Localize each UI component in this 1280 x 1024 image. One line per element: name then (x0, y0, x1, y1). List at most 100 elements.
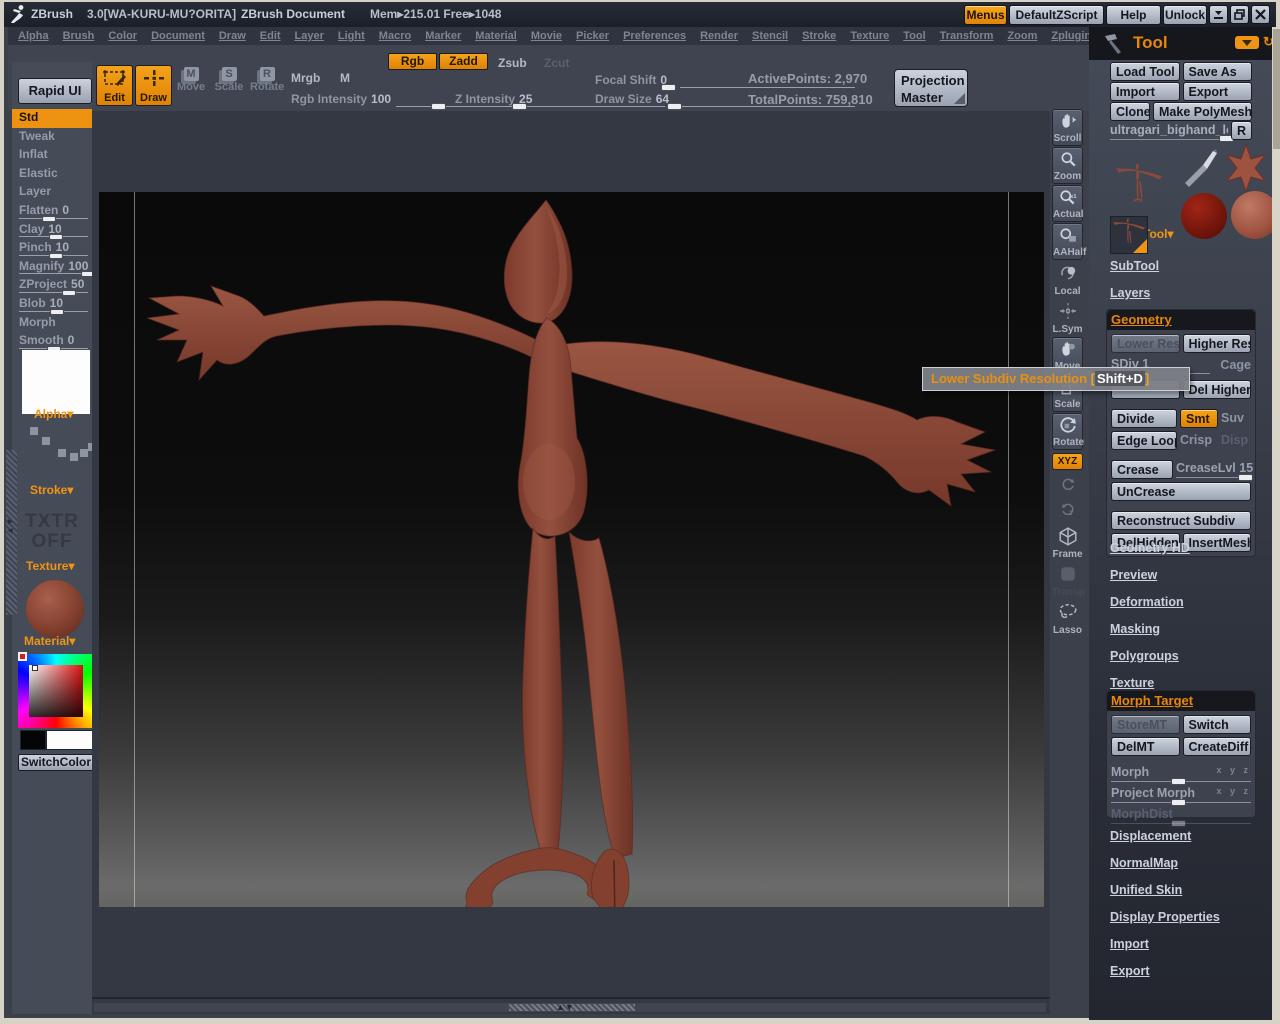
texture-selector[interactable]: Texture▾ (26, 559, 75, 573)
primary-color-swatch[interactable] (46, 730, 94, 750)
panel-section-link[interactable]: Polygroups (1110, 649, 1190, 663)
del-higher-button[interactable]: Del Higher (1182, 380, 1251, 399)
z-intensity-slider[interactable]: Z Intensity 25 (455, 92, 665, 110)
rgb-intensity-handle[interactable] (431, 103, 446, 110)
project-morph-slider[interactable]: Project Morph x y z (1111, 785, 1251, 806)
zoom-view-button[interactable]: Zoom (1052, 147, 1083, 184)
edge-loop-button[interactable]: Edge Loop (1111, 431, 1177, 450)
menu-item[interactable]: Draw (219, 30, 246, 42)
switch-color-button[interactable]: SwitchColor (18, 754, 94, 771)
zcut-button[interactable]: Zcut (544, 56, 569, 70)
menu-item[interactable]: Movie (531, 30, 562, 42)
load-tool-button[interactable]: Load Tool (1110, 62, 1180, 81)
clone-button[interactable]: Clone (1110, 102, 1150, 121)
focal-shift-handle[interactable] (661, 84, 676, 91)
rotate-button[interactable]: R Rotate (250, 67, 284, 93)
tool-thumb-star[interactable] (1223, 143, 1269, 193)
switch-mt-button[interactable]: Switch (1182, 715, 1251, 734)
import-button[interactable]: Import (1110, 82, 1180, 101)
rotate-view-button[interactable]: Rotate (1052, 413, 1084, 450)
local-pivot-button[interactable]: Local (1052, 261, 1083, 298)
menu-item[interactable]: Zoom (1007, 30, 1037, 42)
actual-size-button[interactable]: x1 Actual (1052, 185, 1084, 222)
export-button[interactable]: Export (1182, 82, 1252, 101)
sidebar-brush-item[interactable]: Morph (12, 314, 92, 333)
scroll-view-button[interactable]: Scroll (1052, 109, 1083, 146)
panel-menu-icon[interactable] (1235, 36, 1259, 49)
transparency-button[interactable]: Transp (1052, 562, 1085, 599)
stroke-thumbnail[interactable] (30, 427, 38, 435)
panel-scrollbar[interactable] (1272, 27, 1280, 1020)
panel-section-link[interactable]: Display Properties (1110, 910, 1220, 924)
menu-item[interactable]: Document (151, 30, 205, 42)
sidebar-brush-item[interactable]: Smooth 0 (12, 332, 92, 352)
xyz-axis-button[interactable]: XYZ (1052, 453, 1083, 470)
sculpt-model[interactable] (99, 192, 1044, 927)
m-button[interactable]: M (340, 71, 350, 85)
crease-button[interactable]: Crease (1111, 460, 1173, 479)
z-intensity-handle[interactable] (512, 103, 527, 110)
sidebar-brush-item[interactable]: ZProject 50 (12, 276, 92, 296)
smt-toggle[interactable]: Smt (1180, 409, 1218, 428)
morph-target-section-header[interactable]: Morph Target (1107, 691, 1255, 711)
zadd-button[interactable]: Zadd (439, 53, 488, 70)
panel-section-link[interactable]: Masking (1110, 622, 1190, 636)
menu-item[interactable]: Layer (295, 30, 324, 42)
sidebar-brush-item[interactable]: Clay 10 (12, 221, 92, 241)
document-viewport[interactable] (99, 192, 1044, 927)
secondary-color-swatch[interactable] (20, 730, 46, 750)
store-mt-button[interactable]: StoreMT (1111, 715, 1180, 734)
close-window-icon[interactable] (1251, 5, 1270, 24)
panel-section-link[interactable]: Unified Skin (1110, 883, 1220, 897)
panel-section-link[interactable]: Geometry HD (1110, 541, 1190, 555)
crease-lvl-slider[interactable]: CreaseLvl 15 (1176, 460, 1254, 481)
insert-mesh-button[interactable]: InsertMesh (1182, 533, 1251, 552)
stroke-selector[interactable]: Stroke▾ (30, 483, 73, 497)
default-zscript-button[interactable]: DefaultZScript (1009, 5, 1104, 25)
menu-item[interactable]: Color (108, 30, 137, 42)
cage-button[interactable]: Cage (1213, 356, 1251, 375)
tool-thumb-knife[interactable] (1177, 147, 1223, 193)
help-button[interactable]: Help (1106, 5, 1161, 25)
menus-button[interactable]: Menus (964, 5, 1007, 25)
sidebar-brush-item[interactable]: Elastic (12, 165, 92, 184)
current-tool-thumbnail[interactable] (1110, 216, 1148, 254)
divide-button[interactable]: Divide (1111, 409, 1177, 428)
unlock-button[interactable]: Unlock (1163, 5, 1207, 25)
minimize-icon[interactable] (1209, 5, 1228, 24)
restore-window-icon[interactable] (1230, 5, 1249, 24)
layers-section[interactable]: Layers (1110, 286, 1150, 300)
make-polymesh-button[interactable]: Make PolyMesh3D (1153, 102, 1252, 121)
del-mt-button[interactable]: DelMT (1111, 737, 1180, 756)
draw-size-handle[interactable] (667, 103, 682, 110)
menu-item[interactable]: Render (700, 30, 738, 42)
tool-name-slider[interactable]: ultragari_bighand_low (1110, 123, 1228, 140)
geometry-section-header[interactable]: Geometry (1107, 310, 1255, 330)
panel-section-link[interactable]: Displacement (1110, 829, 1220, 843)
save-as-button[interactable]: Save As (1182, 62, 1252, 81)
lower-res-button[interactable]: Lower Res (1111, 334, 1180, 353)
tray-collapse-icon[interactable]: ▸ ◂ (8, 517, 13, 535)
panel-section-link[interactable]: NormalMap (1110, 856, 1220, 870)
disp-toggle[interactable]: Disp (1221, 431, 1251, 450)
projection-master-button[interactable]: Projection Master (894, 69, 968, 107)
menu-item[interactable]: Tool (903, 30, 925, 42)
menu-item[interactable]: Picker (576, 30, 609, 42)
panel-section-link[interactable]: Deformation (1110, 595, 1190, 609)
panel-section-link[interactable]: Preview (1110, 568, 1190, 582)
alpha-thumbnail[interactable] (22, 350, 90, 414)
zsub-button[interactable]: Zsub (498, 56, 527, 70)
panel-section-link[interactable]: Texture (1110, 676, 1190, 690)
menu-item[interactable]: Material (475, 30, 517, 42)
scale-button[interactable]: S Scale (212, 67, 246, 93)
menu-item[interactable]: Marker (425, 30, 461, 42)
material-selector[interactable]: Material▾ (24, 634, 75, 648)
focal-shift-slider[interactable]: Focal Shift 0 (595, 73, 855, 91)
panel-section-link[interactable]: Import (1110, 937, 1220, 951)
menu-item[interactable]: Light (338, 30, 365, 42)
morph-slider[interactable]: Morph x y z (1111, 764, 1251, 785)
menu-item[interactable]: Zplugin (1051, 30, 1091, 42)
morph-dist-slider[interactable]: MorphDist (1111, 806, 1251, 827)
draw-size-slider[interactable]: Draw Size 64 (595, 92, 855, 110)
mrgb-button[interactable]: Mrgb (291, 71, 320, 85)
